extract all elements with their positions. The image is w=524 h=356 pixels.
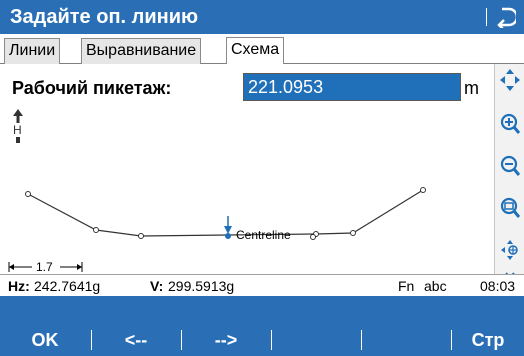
station-input[interactable]: 221.0953: [243, 73, 461, 101]
zoom-out-button[interactable]: [498, 154, 522, 178]
zoom-in-button[interactable]: [498, 112, 522, 136]
back-arrow-icon: [497, 7, 519, 31]
pan-arrows-icon: [500, 69, 520, 91]
back-button[interactable]: [492, 3, 520, 31]
fn-indicator: Fn: [398, 278, 415, 294]
zoom-in-icon: [500, 113, 521, 134]
zoom-out-icon: [500, 155, 521, 176]
tab-alignment[interactable]: Выравнивание: [81, 38, 202, 64]
scale-bar: 1.7: [8, 260, 98, 274]
zoom-fit-button[interactable]: [498, 196, 522, 220]
softkey-4[interactable]: [272, 324, 360, 356]
tab-bar: Линии Выравнивание Схема: [0, 34, 524, 65]
north-label: H: [13, 123, 22, 137]
pan-button[interactable]: [498, 68, 522, 92]
previous-button[interactable]: <--: [92, 324, 180, 356]
title-bar: Задайте оп. линию: [0, 0, 524, 34]
main-content: Рабочий пикетаж: 221.0953 m H Centreline: [0, 64, 494, 274]
centreline-point: [225, 233, 231, 239]
v-label: V:: [150, 278, 164, 294]
profile-point: [93, 227, 99, 233]
profile-point: [310, 234, 316, 240]
center-target-button[interactable]: [498, 238, 522, 262]
clock: 08:03: [480, 278, 516, 294]
station-label: Рабочий пикетаж:: [12, 78, 172, 98]
ok-button[interactable]: OK: [0, 324, 90, 356]
v-value: 299.5913g: [168, 278, 235, 294]
center-target-icon: [501, 240, 518, 260]
station-unit: m: [464, 78, 479, 98]
scale-label: 1.7: [36, 260, 53, 274]
next-button[interactable]: -->: [182, 324, 270, 356]
profile-point: [350, 230, 356, 236]
zoom-fit-icon: [500, 197, 521, 218]
hz-label: Hz:: [8, 278, 30, 294]
tab-scheme[interactable]: Схема: [226, 37, 285, 65]
centreline-marker-icon: [224, 226, 232, 234]
scale-bar-graphic: [8, 262, 83, 272]
input-mode: abc: [424, 278, 447, 294]
title-separator: [486, 8, 487, 26]
tab-lines[interactable]: Линии: [4, 38, 61, 64]
north-arrow-tail: [16, 137, 20, 143]
cross-section-diagram: Centreline: [25, 187, 426, 242]
north-arrow-icon: [13, 109, 23, 123]
hz-value: 242.7641g: [34, 278, 101, 294]
profile-point: [138, 233, 144, 239]
page-button[interactable]: Стр: [452, 324, 524, 356]
cross-section-line: [27, 189, 424, 237]
profile-point: [420, 187, 426, 193]
map-toolbar: [494, 64, 524, 288]
status-bar: Hz: 242.7641g V: 299.5913g Fn abc 08:03: [0, 274, 524, 296]
softkey-bar: OK <-- --> Стр: [0, 296, 524, 356]
centreline-label: Centreline: [236, 228, 291, 242]
window-title: Задайте оп. линию: [10, 6, 199, 28]
softkey-5[interactable]: [362, 324, 450, 356]
profile-point: [25, 191, 31, 197]
north-arrow: H: [10, 108, 26, 150]
